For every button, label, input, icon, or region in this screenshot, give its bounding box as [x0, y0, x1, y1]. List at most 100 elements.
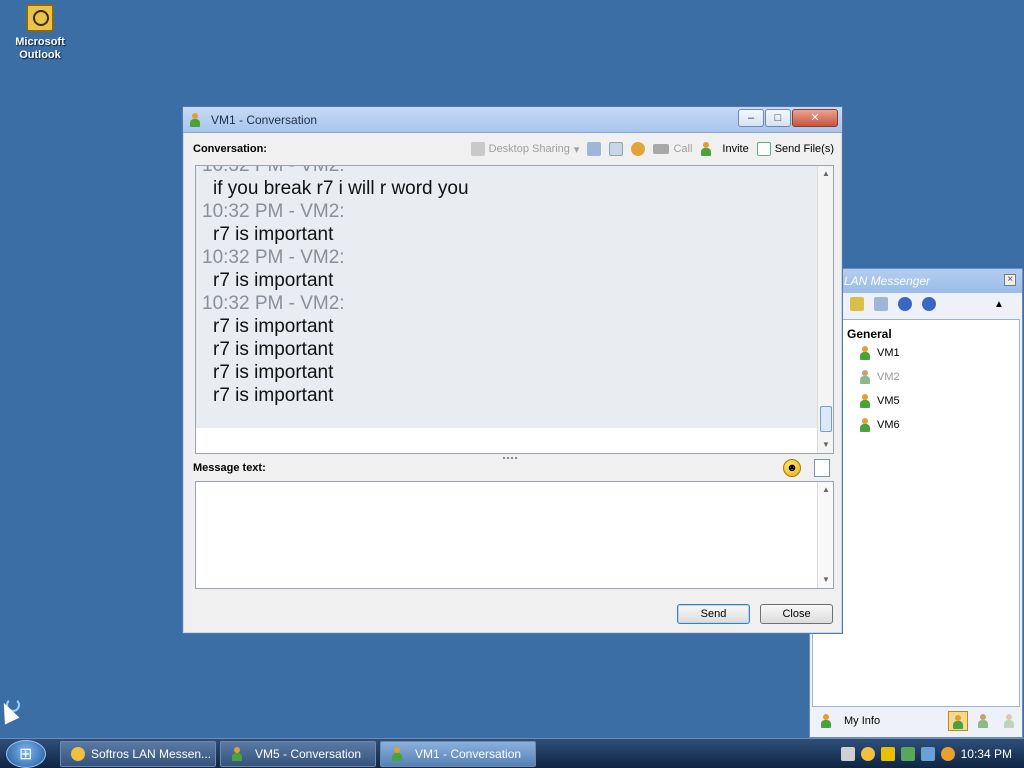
desktop-icon-outlook[interactable]: Microsoft Outlook: [8, 4, 72, 62]
taskbar: Softros LAN Messen... VM5 - Conversation…: [0, 738, 1024, 768]
invite-button[interactable]: Invite: [700, 142, 749, 156]
message-input[interactable]: ▲ ▼: [195, 481, 834, 589]
taskbar-item-label: VM5 - Conversation: [255, 747, 362, 761]
messenger-close-button[interactable]: ×: [1004, 274, 1016, 286]
send-button[interactable]: Send: [677, 604, 750, 624]
conversation-label: Conversation:: [193, 143, 267, 155]
user-online-icon: [859, 418, 871, 432]
message-text: r7 is important: [213, 385, 334, 406]
keyboard-icon[interactable]: [840, 747, 855, 761]
user-info-icon[interactable]: [609, 142, 624, 156]
help-icon[interactable]: [898, 297, 912, 311]
conversation-icon: [189, 112, 201, 127]
message-text: if you break r7 i will r word you: [213, 178, 469, 199]
window-title: VM1 - Conversation: [211, 112, 318, 127]
message-text: r7 is important: [213, 339, 334, 360]
maximize-button[interactable]: □: [765, 109, 791, 127]
message-header: 10:32 PM - VM2:: [196, 166, 817, 177]
status-online-icon: [952, 715, 964, 729]
conversation-app-icon: [391, 747, 403, 761]
close-button[interactable]: Close: [760, 604, 833, 624]
network-icon[interactable]: [900, 747, 915, 761]
user-online-icon: [859, 346, 871, 360]
messenger-app-icon: [71, 747, 85, 761]
scroll-up-icon[interactable]: ▲: [818, 482, 834, 498]
conversation-app-icon: [231, 747, 243, 761]
conversation-title-bar[interactable]: VM1 - Conversation – □ ✕: [183, 107, 842, 133]
contact-item[interactable]: VM6: [813, 413, 1019, 437]
contact-group-label: General: [847, 327, 892, 341]
contact-name: VM2: [877, 371, 900, 383]
status-away-icon: [977, 714, 989, 728]
desktop-sharing-button[interactable]: Desktop Sharing ▾: [470, 142, 580, 156]
scroll-down-icon[interactable]: ▼: [818, 437, 833, 453]
messenger-footer: My Info: [812, 707, 1020, 735]
contact-item[interactable]: VM5: [813, 389, 1019, 413]
taskbar-item[interactable]: VM1 - Conversation: [380, 741, 536, 767]
call-button[interactable]: Call: [653, 143, 692, 155]
message-textarea[interactable]: [196, 482, 818, 588]
scroll-down-icon[interactable]: ▼: [818, 572, 834, 588]
send-file-icon: [756, 142, 771, 156]
close-window-button[interactable]: ✕: [792, 109, 838, 127]
my-info-link[interactable]: My Info: [844, 715, 880, 727]
message-text: r7 is important: [213, 270, 334, 291]
message-text: r7 is important: [213, 316, 334, 337]
status-offline-icon: [1003, 714, 1015, 728]
status-offline-button[interactable]: [1000, 711, 1020, 731]
clock[interactable]: 10:34 PM: [961, 747, 1012, 761]
message-list: 10:32 PM - VM2: if you break r7 i will r…: [196, 166, 817, 428]
conversation-toolbar: Conversation: Desktop Sharing ▾ Call Inv…: [193, 139, 834, 159]
camera-icon: [653, 144, 670, 154]
smiley-icon[interactable]: ☻: [783, 459, 801, 477]
message-text: r7 is important: [213, 362, 334, 383]
history-icon[interactable]: [874, 297, 888, 311]
call-label: Call: [673, 143, 693, 155]
contact-item[interactable]: VM1: [813, 341, 1019, 365]
history-icon[interactable]: [587, 142, 602, 156]
invite-label: Invite: [722, 143, 749, 155]
format-text-icon[interactable]: [814, 459, 830, 477]
window-controls: – □ ✕: [737, 109, 838, 127]
invite-icon: [700, 142, 712, 156]
status-away-button[interactable]: [974, 711, 994, 731]
contact-item[interactable]: VM2: [813, 365, 1019, 389]
users-icon[interactable]: [920, 747, 935, 761]
taskbar-item[interactable]: VM5 - Conversation: [220, 741, 376, 767]
conversation-window: VM1 - Conversation – □ ✕ Conversation: D…: [182, 106, 843, 634]
message-header: 10:32 PM - VM2:: [202, 201, 345, 222]
minimize-button[interactable]: –: [738, 109, 764, 127]
user-online-icon: [859, 394, 871, 408]
shield-icon[interactable]: [880, 747, 895, 761]
contact-name: VM6: [877, 419, 900, 431]
search-icon[interactable]: [940, 747, 955, 761]
send-files-label: Send File(s): [774, 143, 834, 155]
pane-splitter[interactable]: [503, 457, 517, 461]
contact-name: VM1: [877, 347, 900, 359]
folder-icon[interactable]: [850, 297, 864, 311]
status-online-button[interactable]: [948, 711, 968, 731]
monitor-icon: [470, 142, 485, 156]
message-scrollbar[interactable]: ▲ ▼: [817, 482, 833, 588]
contact-list: General VM1 VM2 VM5 VM6: [812, 319, 1020, 707]
send-files-button[interactable]: Send File(s): [756, 142, 834, 156]
messenger-title: LAN Messenger: [844, 274, 931, 288]
message-text: r7 is important: [213, 224, 334, 245]
scroll-up-icon[interactable]: ▲: [818, 166, 833, 182]
start-button[interactable]: [6, 740, 46, 768]
my-info-icon: [820, 714, 832, 728]
conversation-scrollbar[interactable]: ▲ ▼: [817, 166, 833, 453]
taskbar-item[interactable]: Softros LAN Messen...: [60, 741, 216, 767]
outlook-icon: [26, 4, 54, 32]
user-offline-icon: [859, 370, 871, 384]
settings-icon[interactable]: [631, 142, 646, 156]
conversation-history[interactable]: 10:32 PM - VM2: if you break r7 i will r…: [195, 165, 834, 454]
taskbar-item-label: Softros LAN Messen...: [91, 747, 212, 761]
contact-group[interactable]: General: [813, 320, 1019, 341]
scroll-thumb[interactable]: [820, 406, 832, 432]
info-icon[interactable]: [922, 297, 936, 311]
chevron-down-icon: ▾: [573, 143, 580, 156]
contact-name: VM5: [877, 395, 900, 407]
messenger-tray-icon[interactable]: [860, 747, 875, 761]
collapse-icon[interactable]: ▲: [994, 299, 1004, 310]
